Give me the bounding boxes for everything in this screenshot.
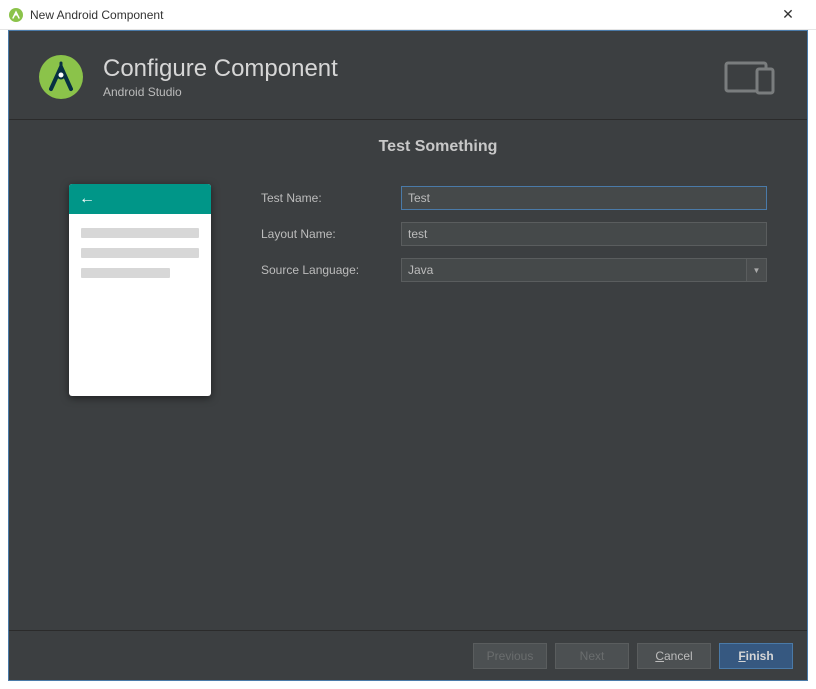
layout-name-label: Layout Name: — [261, 227, 401, 241]
template-preview: ← — [69, 184, 211, 396]
content-row: ← Test Name: Test — [49, 184, 767, 396]
placeholder-line — [81, 248, 199, 258]
layout-name-input[interactable]: test — [401, 222, 767, 246]
header-subtitle: Android Studio — [103, 85, 723, 99]
dialog-window: New Android Component ✕ Configure Compon… — [0, 0, 816, 689]
section-title: Test Something — [49, 138, 767, 156]
dialog-footer: Previous Next Cancel Finish — [9, 630, 807, 680]
layout-name-value: test — [408, 227, 427, 241]
form-row-source-language: Source Language: Java ▼ — [261, 258, 767, 282]
titlebar: New Android Component ✕ — [0, 0, 816, 30]
next-label: Next — [580, 649, 605, 663]
source-language-value: Java — [408, 263, 433, 277]
device-preview-icon — [723, 57, 779, 97]
next-button[interactable]: Next — [555, 643, 629, 669]
finish-label: Finish — [738, 649, 773, 663]
test-name-value: Test — [408, 191, 430, 205]
dropdown-arrow-icon: ▼ — [746, 259, 766, 281]
android-studio-logo-icon — [37, 53, 85, 101]
phone-content-placeholder — [69, 214, 211, 302]
window-title: New Android Component — [30, 8, 768, 22]
back-arrow-icon: ← — [79, 190, 95, 208]
source-language-select[interactable]: Java ▼ — [401, 258, 767, 282]
form-row-layout-name: Layout Name: test — [261, 222, 767, 246]
phone-appbar: ← — [69, 184, 211, 214]
source-language-label: Source Language: — [261, 263, 401, 277]
test-name-label: Test Name: — [261, 191, 401, 205]
cancel-label: Cancel — [655, 649, 692, 663]
form-row-test-name: Test Name: Test — [261, 186, 767, 210]
close-button[interactable]: ✕ — [768, 1, 808, 29]
previous-label: Previous — [487, 649, 534, 663]
previous-button[interactable]: Previous — [473, 643, 547, 669]
dialog-body: Configure Component Android Studio Test … — [8, 30, 808, 681]
placeholder-line — [81, 228, 199, 238]
android-studio-icon — [8, 7, 24, 23]
cancel-button[interactable]: Cancel — [637, 643, 711, 669]
header-text: Configure Component Android Studio — [103, 55, 723, 99]
form: Test Name: Test Layout Name: test Source… — [261, 184, 767, 294]
test-name-input[interactable]: Test — [401, 186, 767, 210]
dialog-header: Configure Component Android Studio — [9, 31, 807, 120]
placeholder-line — [81, 268, 170, 278]
phone-mock: ← — [69, 184, 211, 396]
dialog-content: Test Something ← — [9, 120, 807, 630]
header-title: Configure Component — [103, 55, 723, 83]
finish-button[interactable]: Finish — [719, 643, 793, 669]
